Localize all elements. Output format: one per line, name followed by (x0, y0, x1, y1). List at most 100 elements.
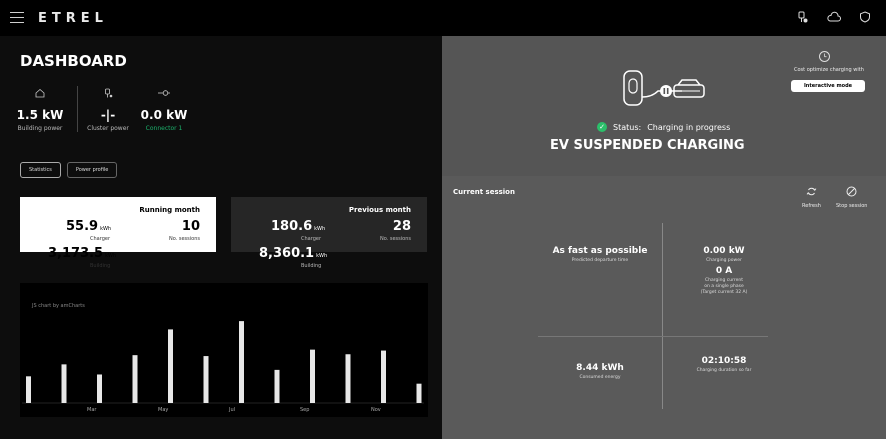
chart-tick-label: Mar (87, 407, 97, 413)
consumed-energy-cell: 8.44 kWh Consumed energy (538, 363, 662, 381)
chart-bar-sep[interactable] (310, 349, 315, 403)
metric-connector: 0.0 kW Connector 1 (134, 88, 194, 132)
check-circle-icon: ✓ (597, 122, 607, 132)
card-heading: Running month (139, 206, 200, 214)
charger-energy-value: 180.6 kWh (271, 219, 325, 234)
cluster-power-value: -|- (100, 108, 116, 122)
stop-session-button[interactable]: Stop session (836, 186, 867, 209)
departure-value: As fast as possible (552, 246, 648, 256)
sessions-label: No. sessions (379, 236, 411, 242)
shield-icon[interactable] (858, 11, 872, 25)
charger-energy-number: 180.6 (271, 219, 313, 234)
stop-circle-icon (846, 186, 857, 197)
interactive-mode-button[interactable]: Interactive mode (791, 80, 865, 92)
connector-label[interactable]: Connector 1 (134, 125, 194, 132)
chart-bar-jul[interactable] (239, 321, 244, 403)
session-panel: ✓ Status: Charging in progress EV SUSPEN… (442, 36, 886, 439)
chart-bar-mar[interactable] (97, 374, 102, 403)
chart-bar-may[interactable] (168, 329, 173, 403)
dashboard-tabs: Statistics Power profile (20, 162, 118, 178)
refresh-label: Refresh (802, 203, 821, 209)
house-icon (10, 88, 70, 102)
refresh-icon (806, 186, 817, 197)
status-text: Charging in progress (647, 122, 731, 132)
chart-bar-jan[interactable] (26, 376, 31, 403)
chart-tick-label: Sep (300, 407, 309, 413)
cost-optimize-label: Cost optimize charging with (794, 67, 864, 73)
charger-label: Charger (90, 236, 110, 242)
charging-duration-cell: 02:10:58 Charging duration so far (664, 356, 784, 374)
charging-power-value: 0.00 kW (703, 246, 745, 256)
chart-watermark: JS chart by amCharts (32, 303, 85, 309)
current-session-heading: Current session (453, 188, 515, 196)
charging-power-label: Charging power (706, 258, 742, 263)
building-label: Building (301, 263, 322, 269)
chart-bar-feb[interactable] (61, 364, 67, 403)
stop-session-label: Stop session (836, 203, 868, 209)
monthly-energy-chart: JS chart by amCharts Mar May Jul Sep Nov (20, 283, 428, 417)
departure-label: Predicted departure time (571, 258, 629, 263)
chart-tick-label: Nov (371, 407, 381, 413)
chart-bar-dec[interactable] (416, 383, 422, 403)
chart-bar-apr[interactable] (132, 355, 138, 403)
clock-icon (819, 51, 830, 62)
sessions-value: 10 (181, 219, 200, 234)
refresh-button[interactable]: Refresh (802, 186, 821, 209)
tab-statistics[interactable]: Statistics (20, 162, 61, 178)
unit: kWh (100, 226, 112, 232)
charging-duration-label: Charging duration so far (696, 368, 752, 373)
previous-month-card: Previous month 180.6 kWh Charger 28 No. s… (231, 197, 427, 269)
sessions-label: No. sessions (168, 236, 200, 242)
unit: kWh (316, 253, 328, 259)
target-current-label: (Target current 32 A) (700, 290, 748, 295)
card-heading: Previous month (348, 206, 411, 214)
cloud-icon[interactable] (827, 11, 841, 25)
menu-icon[interactable] (10, 12, 24, 23)
charging-power-cell: 0.00 kW Charging power 0 A Charging curr… (664, 246, 784, 296)
cluster-power-label: Cluster power (87, 125, 129, 132)
building-energy-value: 8,360.1 kWh (259, 246, 327, 261)
building-power-label: Building power (17, 125, 63, 132)
building-label: Building (90, 263, 111, 269)
ev-charger-illustration (623, 70, 705, 106)
plug-user-icon[interactable] (795, 11, 809, 25)
chart-bar-nov[interactable] (381, 350, 386, 403)
building-power-value: 1.5 kW (16, 108, 64, 122)
chart-tick-label: Jul (228, 407, 235, 413)
session-divider-vertical (662, 223, 663, 409)
connector-icon (134, 88, 194, 102)
plug-icon (78, 88, 138, 102)
tab-power-profile[interactable]: Power profile (66, 162, 118, 178)
building-energy-number: 3,173.5 (48, 246, 104, 261)
unit: kWh (314, 226, 326, 232)
connector-power-value: 0.0 kW (140, 108, 188, 122)
page-title: DASHBOARD (20, 52, 127, 70)
building-energy-value: 3,173.5 kWh (48, 246, 116, 261)
charging-duration-value: 02:10:58 (701, 356, 747, 366)
metric-building-power: 1.5 kW Building power (10, 88, 70, 132)
running-month-card: Running month 55.9 kWh Charger 10 No. ses… (20, 197, 216, 269)
charger-label: Charger (301, 236, 321, 242)
consumed-energy-value: 8.44 kWh (576, 363, 624, 373)
metric-cluster-power: -|- Cluster power (78, 88, 138, 132)
unit: kWh (105, 253, 117, 259)
charging-state-title: EV SUSPENDED CHARGING (550, 138, 745, 153)
departure-time-cell: As fast as possible Predicted departure … (538, 246, 662, 264)
chart-bar-jun[interactable] (203, 356, 209, 403)
dashboard-panel: DASHBOARD 1.5 kW Building power -|- Clus… (0, 36, 442, 439)
status-card: ✓ Status: Charging in progress EV SUSPEN… (442, 36, 886, 176)
session-divider-horizontal (538, 336, 768, 337)
brand-logo: ETREL (38, 11, 108, 26)
charging-current-value: 0 A (715, 266, 733, 276)
sessions-value: 28 (392, 219, 411, 234)
building-energy-number: 8,360.1 (259, 246, 315, 261)
chart-bar-oct[interactable] (345, 354, 351, 403)
charger-energy-number: 55.9 (66, 219, 99, 234)
charger-energy-value: 55.9 kWh (66, 219, 111, 234)
chart-tick-label: May (158, 407, 168, 413)
chart-bar-aug[interactable] (274, 369, 280, 403)
status-line: ✓ Status: Charging in progress (597, 122, 730, 132)
top-bar: ETREL (0, 0, 886, 36)
status-prefix: Status: (613, 122, 642, 132)
consumed-energy-label: Consumed energy (579, 375, 621, 380)
